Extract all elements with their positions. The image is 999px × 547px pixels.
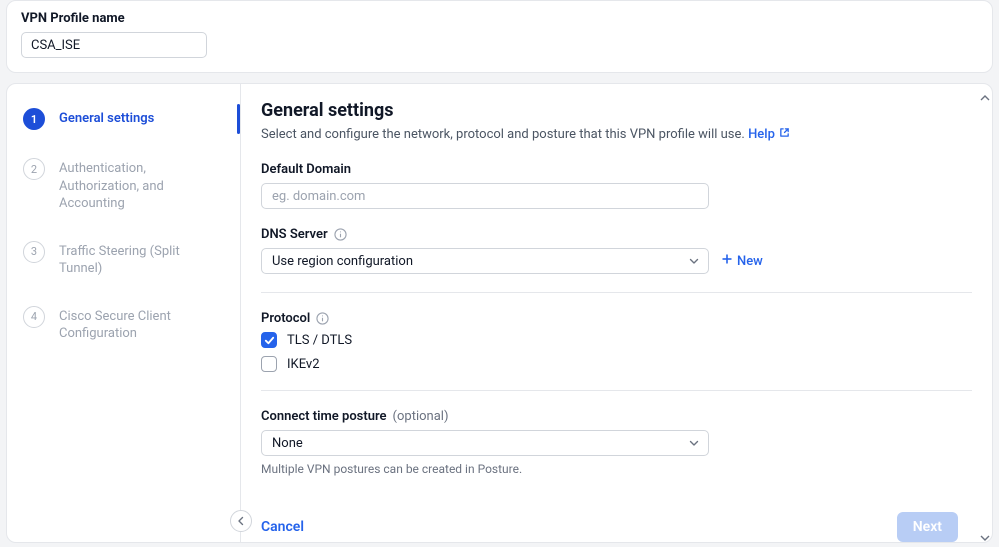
posture-field: Connect time posture (optional) None Mul…: [261, 409, 972, 476]
info-icon[interactable]: [334, 228, 347, 241]
default-domain-input[interactable]: [261, 183, 709, 209]
default-domain-label: Default Domain: [261, 162, 972, 177]
step-label: Cisco Secure Client Configuration: [59, 306, 224, 343]
checkbox[interactable]: [261, 332, 277, 348]
step-aaa[interactable]: 2 Authentication, Authorization, and Acc…: [7, 150, 240, 221]
profile-name-card: VPN Profile name: [6, 0, 993, 73]
section-description: Select and configure the network, protoc…: [261, 127, 972, 142]
step-number: 4: [23, 306, 45, 328]
scroll-up-icon: [980, 88, 990, 98]
dns-server-select[interactable]: Use region configuration: [261, 248, 709, 274]
collapse-sidebar-button[interactable]: [230, 510, 252, 532]
posture-label: Connect time posture (optional): [261, 409, 972, 424]
checkbox-label: TLS / DTLS: [287, 333, 352, 348]
external-link-icon: [779, 127, 790, 142]
checkbox[interactable]: [261, 356, 277, 372]
new-dns-button[interactable]: New: [721, 253, 763, 269]
default-domain-field: Default Domain: [261, 162, 972, 209]
dns-server-label: DNS Server: [261, 227, 972, 242]
content-panel: General settings Select and configure th…: [241, 84, 992, 542]
posture-select[interactable]: None: [261, 430, 709, 456]
step-number: 3: [23, 241, 45, 263]
cancel-button[interactable]: Cancel: [261, 519, 304, 535]
dns-server-field: DNS Server Use region configuration New: [261, 227, 972, 274]
step-label: General settings: [59, 108, 154, 128]
next-button[interactable]: Next: [897, 512, 958, 542]
protocol-option-tls[interactable]: TLS / DTLS: [261, 332, 972, 348]
checkbox-label: IKEv2: [287, 357, 320, 372]
step-traffic-steering[interactable]: 3 Traffic Steering (Split Tunnel): [7, 233, 240, 286]
protocol-label: Protocol: [261, 311, 972, 326]
profile-name-input[interactable]: [21, 32, 207, 58]
scroll-down-icon: [980, 528, 990, 538]
profile-name-label: VPN Profile name: [21, 11, 978, 26]
wizard-footer: Cancel Next: [261, 494, 972, 542]
plus-icon: [721, 253, 733, 269]
protocol-field: Protocol TLS / DTLS IKEv2: [261, 311, 972, 372]
divider: [261, 390, 972, 391]
step-number: 1: [23, 108, 45, 130]
step-general-settings[interactable]: 1 General settings: [7, 100, 240, 138]
steps-sidebar: 1 General settings 2 Authentication, Aut…: [7, 84, 241, 542]
divider: [261, 292, 972, 293]
info-icon[interactable]: [316, 312, 329, 325]
step-label: Traffic Steering (Split Tunnel): [59, 241, 224, 278]
help-link[interactable]: Help: [748, 127, 790, 142]
posture-hint: Multiple VPN postures can be created in …: [261, 462, 972, 476]
step-label: Authentication, Authorization, and Accou…: [59, 158, 224, 213]
step-number: 2: [23, 158, 45, 180]
protocol-option-ikev2[interactable]: IKEv2: [261, 356, 972, 372]
section-title: General settings: [261, 100, 972, 121]
wizard-card: 1 General settings 2 Authentication, Aut…: [6, 83, 993, 543]
step-secure-client-config[interactable]: 4 Cisco Secure Client Configuration: [7, 298, 240, 351]
